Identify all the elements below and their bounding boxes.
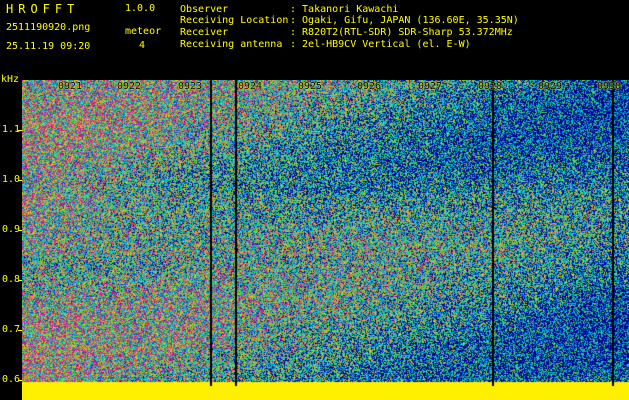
time-label: 0921: [58, 81, 83, 92]
time-label: 0922: [117, 81, 142, 92]
waterfall-spectrogram: [22, 80, 629, 400]
time-label: 0929: [538, 81, 563, 92]
antenna-value: : 2el-HB9CV Vertical (el. E-W): [290, 39, 471, 50]
meteor-count: 4: [139, 40, 146, 51]
meteor-label: meteor: [125, 26, 162, 37]
file-name: 2511190920.png: [6, 22, 91, 33]
receiver-label: Receiver: [180, 27, 229, 38]
location-label: Receiving Location: [180, 15, 289, 26]
time-label: 0925: [298, 81, 323, 92]
receiver-value: : R820T2(RTL-SDR) SDR-Sharp 53.372MHz: [290, 27, 513, 38]
location-value: : Ogaki, Gifu, JAPAN (136.60E, 35.35N): [290, 15, 519, 26]
time-label: 0926: [357, 81, 382, 92]
app-title: HROFFT: [6, 2, 80, 16]
time-label: 0927: [418, 81, 443, 92]
time-label: 0923: [178, 81, 203, 92]
antenna-label: Receiving antenna: [180, 39, 283, 50]
y-axis-unit: kHz: [1, 74, 20, 85]
app-version: 1.0.0: [125, 3, 156, 14]
time-label: 0930: [597, 81, 622, 92]
time-label: 0924: [238, 81, 263, 92]
time-label: 0928: [478, 81, 503, 92]
date-time: 25.11.19 09:20: [6, 41, 91, 52]
header-panel: HROFFT 1.0.0 2511190920.png 25.11.19 09:…: [0, 0, 629, 75]
spectrogram-canvas: [22, 80, 629, 400]
